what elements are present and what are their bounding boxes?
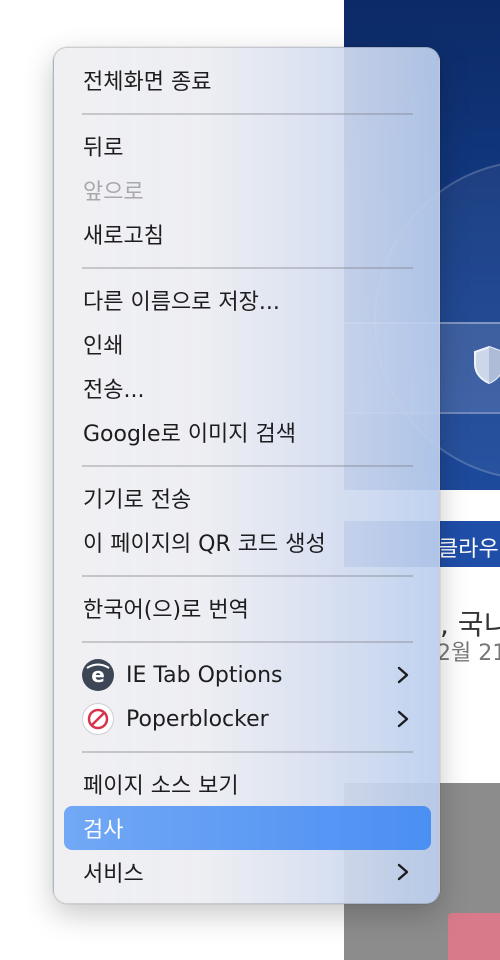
menu-separator [82,575,413,577]
chevron-right-icon [397,863,409,881]
menu-item-label: 페이지 소스 보기 [83,774,239,799]
menu-item-label: 서비스 [83,862,144,887]
menu-item-label: 뒤로 [83,136,124,161]
menu-item-label: 한국어(으)로 번역 [83,598,249,623]
menu-item-translate[interactable]: 한국어(으)로 번역 [64,586,431,630]
menu-item-label: 이 페이지의 QR 코드 생성 [83,532,326,557]
menu-item-google-image-search[interactable]: Google로 이미지 검색 [64,410,431,454]
article-date: 2월 21 [437,641,500,666]
menu-separator [82,113,413,115]
menu-item-label: 새로고침 [83,224,164,249]
menu-item-forward: 앞으로 [64,168,431,212]
menu-item-view-source[interactable]: 페이지 소스 보기 [64,762,431,806]
menu-item-label: 다른 이름으로 저장... [83,290,280,315]
menu-item-qr-code[interactable]: 이 페이지의 QR 코드 생성 [64,520,431,564]
poperblocker-icon [82,703,114,735]
menu-separator [82,267,413,269]
menu-item-send-to-device[interactable]: 기기로 전송 [64,476,431,520]
menu-separator [82,641,413,643]
menu-item-label: 전송... [83,378,145,403]
menu-item-back[interactable]: 뒤로 [64,124,431,168]
menu-item-label: Poperblocker [126,706,269,732]
menu-item-label: Google로 이미지 검색 [83,422,297,447]
menu-item-label: 기기로 전송 [83,488,192,513]
menu-item-print[interactable]: 인쇄 [64,322,431,366]
menu-item-poperblocker[interactable]: Poperblocker [64,697,431,741]
menu-item-send[interactable]: 전송... [64,366,431,410]
category-bar-text: 클라우 [438,537,499,562]
menu-item-ie-tab-options[interactable]: e IE Tab Options [64,653,431,697]
svg-text:e: e [91,663,105,687]
shield-icon [474,345,500,385]
menu-item-inspect[interactable]: 검사 [64,806,431,850]
menu-item-label: 검사 [83,818,124,843]
menu-item-label: IE Tab Options [126,662,283,688]
menu-separator [82,465,413,467]
menu-item-label: 전체화면 종료 [83,70,212,95]
menu-separator [82,751,413,753]
menu-item-exit-fullscreen[interactable]: 전체화면 종료 [64,58,431,102]
menu-item-save-as[interactable]: 다른 이름으로 저장... [64,278,431,322]
ie-tab-icon: e [82,659,114,691]
menu-item-reload[interactable]: 새로고침 [64,212,431,256]
context-menu: 전체화면 종료 뒤로 앞으로 새로고침 다른 이름으로 저장... 인쇄 전송.… [53,47,440,904]
menu-item-label: 앞으로 [83,180,144,205]
chevron-right-icon [397,710,409,728]
thumbnail-image[interactable] [448,913,500,960]
menu-item-label: 인쇄 [83,334,124,359]
menu-item-services[interactable]: 서비스 [64,850,431,894]
chevron-right-icon [397,666,409,684]
